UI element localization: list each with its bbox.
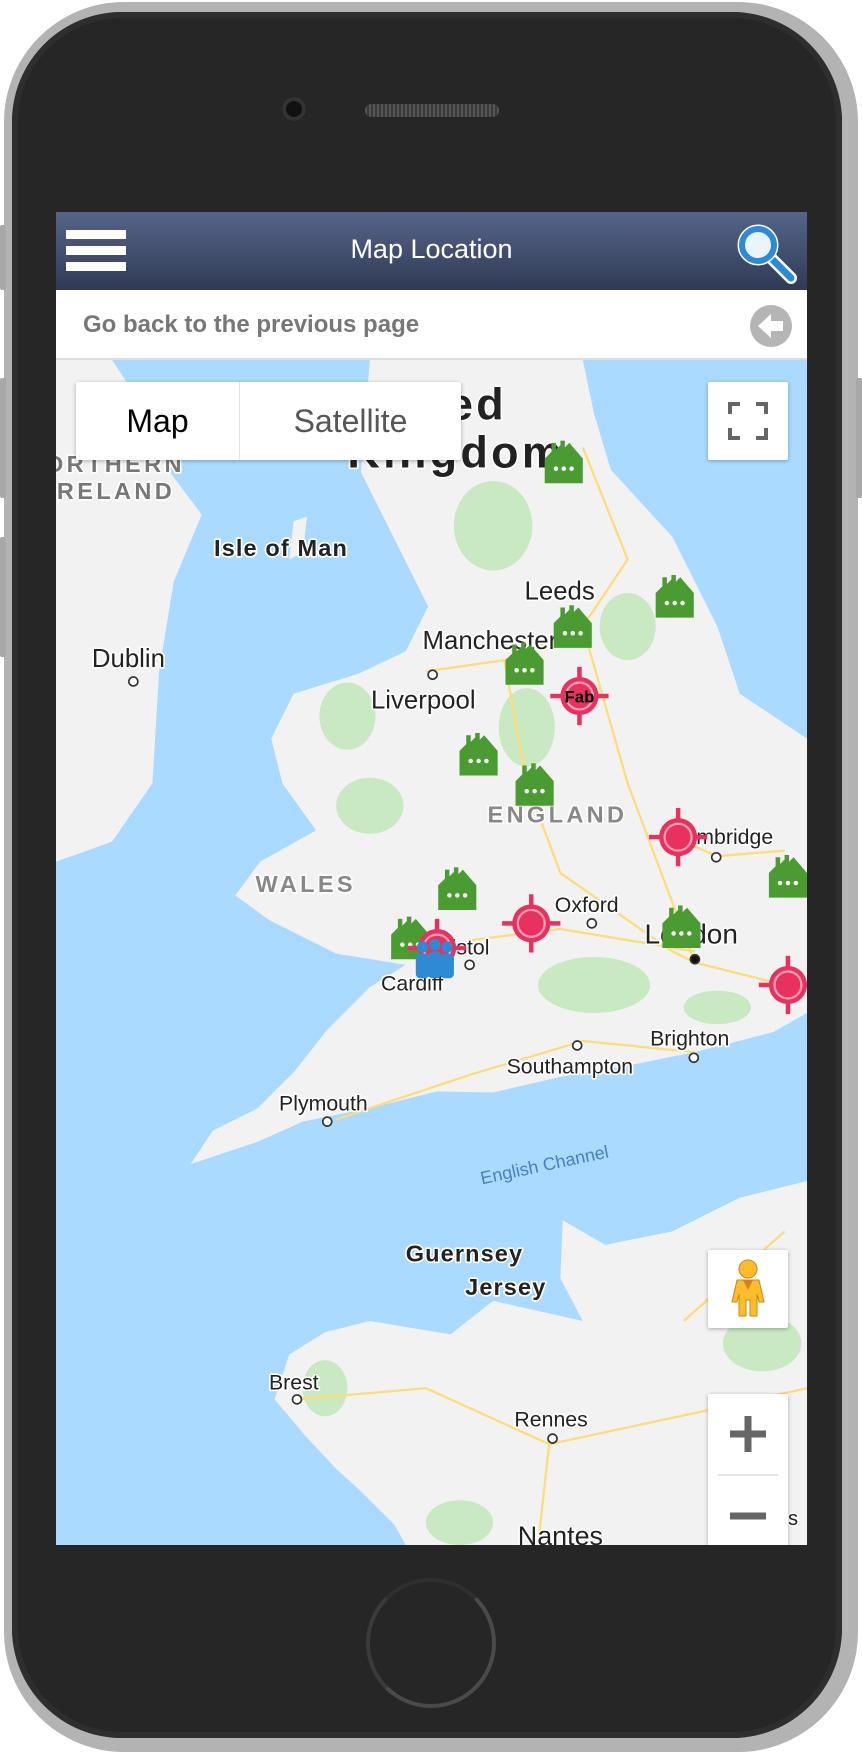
plus-icon: [730, 1416, 766, 1452]
label-liverpool: Liverpool: [371, 686, 476, 714]
map-type-control: Map Satellite: [76, 382, 461, 460]
app-header: Map Location: [56, 212, 807, 290]
label-dublin: Dublin: [92, 645, 165, 673]
volume-down-button: [0, 537, 6, 657]
label-edge-s: s: [788, 1508, 798, 1530]
zoom-in-button[interactable]: [708, 1394, 788, 1474]
label-guernsey: Guernsey: [406, 1241, 523, 1267]
pegman-icon: [731, 1259, 765, 1317]
label-plymouth: Plymouth: [279, 1091, 368, 1115]
label-southampton: Southampton: [507, 1054, 634, 1078]
back-link-label: Go back to the previous page: [83, 311, 420, 338]
label-rennes: Rennes: [514, 1407, 587, 1431]
label-isle-of-man: Isle of Man: [214, 535, 348, 561]
label-wales: WALES: [256, 871, 356, 897]
zoom-control: [708, 1394, 788, 1545]
label-manchester: Manchester: [423, 627, 558, 655]
arrow-left-circle-icon[interactable]: [749, 304, 793, 348]
magnifier-search-icon[interactable]: [733, 220, 797, 284]
label-england: ENGLAND: [488, 802, 628, 828]
group-people-marker-icon[interactable]: [415, 939, 454, 979]
back-link[interactable]: Go back to the previous page: [56, 290, 807, 360]
earpiece-speaker: [365, 104, 499, 117]
label-brighton: Brighton: [650, 1026, 729, 1050]
label-jersey: Jersey: [465, 1274, 546, 1300]
fab-label: Fab: [565, 688, 595, 707]
label-oxford: Oxford: [555, 893, 619, 917]
app-screen: Map Location Go back to the previous pag…: [56, 212, 807, 1545]
map-type-map-button[interactable]: Map: [76, 382, 240, 460]
page-title: Map Location: [350, 234, 513, 264]
minus-icon: [730, 1512, 766, 1520]
map-view[interactable]: United Kingdom NORTHERN IRELAND Isle of …: [56, 360, 807, 1545]
mute-switch: [0, 225, 6, 290]
front-camera: [282, 97, 306, 121]
label-brest: Brest: [269, 1370, 319, 1394]
map-type-satellite-button[interactable]: Satellite: [240, 382, 461, 460]
label-ireland: IRELAND: [56, 478, 175, 504]
home-button[interactable]: [366, 1578, 496, 1708]
fullscreen-icon: [728, 402, 768, 440]
label-leeds: Leeds: [525, 578, 595, 606]
map-canvas[interactable]: United Kingdom NORTHERN IRELAND Isle of …: [56, 360, 807, 1545]
street-view-pegman-button[interactable]: [708, 1250, 788, 1328]
fullscreen-button[interactable]: [708, 382, 788, 460]
volume-up-button: [0, 378, 6, 498]
zoom-out-button[interactable]: [708, 1476, 788, 1545]
power-button: [856, 378, 862, 498]
label-nantes: Nantes: [518, 1521, 603, 1545]
